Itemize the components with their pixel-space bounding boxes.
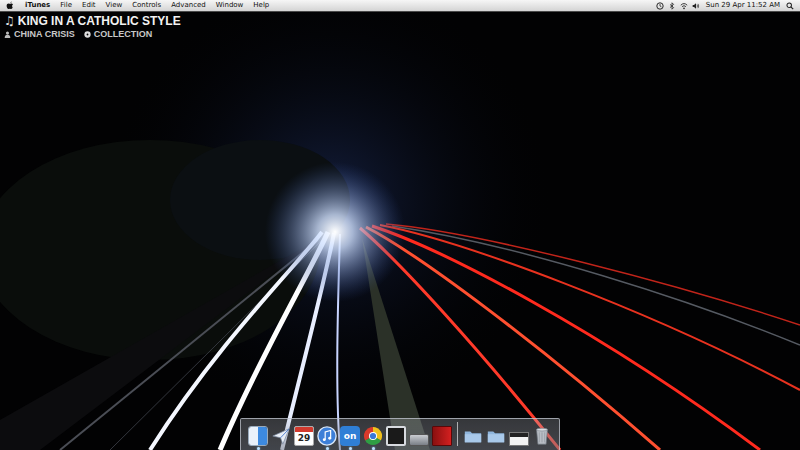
folder-icon[interactable] (463, 426, 483, 446)
on-app-icon[interactable]: on (340, 426, 360, 446)
running-indicator (418, 447, 421, 450)
dock-item[interactable] (247, 426, 269, 450)
finder-icon[interactable] (248, 426, 268, 446)
running-indicator (456, 447, 459, 450)
running-indicator (441, 447, 444, 450)
dock-item[interactable] (270, 426, 292, 450)
running-indicator (349, 447, 352, 450)
trash-icon[interactable] (532, 426, 552, 446)
now-playing-widget: ♫KING IN A CATHOLIC STYLECHINA CRISIS COL… (0, 12, 800, 42)
running-indicator (303, 447, 306, 450)
dock-item[interactable] (508, 426, 530, 450)
itunes-icon[interactable] (317, 426, 337, 446)
menu-item[interactable]: Controls (127, 0, 166, 11)
chrome-icon[interactable] (363, 426, 383, 446)
running-indicator (326, 447, 329, 450)
book-icon[interactable] (432, 426, 452, 446)
window-icon[interactable] (509, 432, 529, 446)
drive-icon[interactable] (409, 434, 429, 446)
wifi-icon[interactable] (680, 2, 688, 10)
volume-icon[interactable] (692, 2, 700, 10)
terminal-icon[interactable] (386, 426, 406, 446)
calendar-icon[interactable]: 29 (294, 426, 314, 446)
dock-item[interactable] (531, 426, 553, 450)
timemachine-icon[interactable] (656, 2, 664, 10)
running-indicator (495, 447, 498, 450)
menu-item[interactable]: View (101, 0, 128, 11)
desktop: iTunesFileEditViewControlsAdvancedWindow… (0, 0, 800, 450)
menu-item[interactable]: Edit (77, 0, 101, 11)
running-indicator (372, 447, 375, 450)
menu-bar: iTunesFileEditViewControlsAdvancedWindow… (0, 0, 800, 12)
dock-item[interactable] (408, 426, 430, 450)
dock-item[interactable] (362, 426, 384, 450)
dock-item[interactable] (431, 426, 453, 450)
dock-item[interactable] (462, 426, 484, 450)
dock-item (454, 422, 461, 450)
dock-item[interactable] (485, 426, 507, 450)
menu-item[interactable]: Advanced (166, 0, 211, 11)
dock: 29 on (240, 418, 560, 450)
dock-separator (457, 422, 458, 446)
disc-icon (84, 31, 91, 38)
running-indicator (280, 447, 283, 450)
dock-item[interactable] (385, 426, 407, 450)
person-icon (4, 31, 11, 38)
running-indicator (257, 447, 260, 450)
running-indicator (518, 447, 521, 450)
menu-item[interactable]: Window (211, 0, 249, 11)
app-menu[interactable]: iTunes (20, 0, 55, 11)
dock-item[interactable]: on (339, 426, 361, 450)
apple-icon[interactable] (6, 1, 14, 10)
menu-item[interactable]: File (55, 0, 77, 11)
paper-plane-icon[interactable] (271, 426, 291, 446)
clock[interactable]: Sun 29 Apr 11:52 AM (702, 0, 784, 11)
album-name: COLLECTION (94, 29, 153, 40)
bluetooth-icon[interactable] (668, 2, 676, 10)
dock-item[interactable] (316, 426, 338, 450)
dock-item[interactable]: 29 (293, 426, 315, 450)
folder-icon[interactable] (486, 426, 506, 446)
running-indicator (395, 447, 398, 450)
running-indicator (541, 447, 544, 450)
spotlight-icon[interactable] (786, 2, 794, 10)
track-title: KING IN A CATHOLIC STYLE (18, 14, 181, 28)
menu-item[interactable]: Help (248, 0, 274, 11)
artist-name: CHINA CRISIS (14, 29, 75, 40)
running-indicator (472, 447, 475, 450)
wallpaper-photo (0, 0, 800, 450)
music-note-icon: ♫ (4, 14, 15, 28)
